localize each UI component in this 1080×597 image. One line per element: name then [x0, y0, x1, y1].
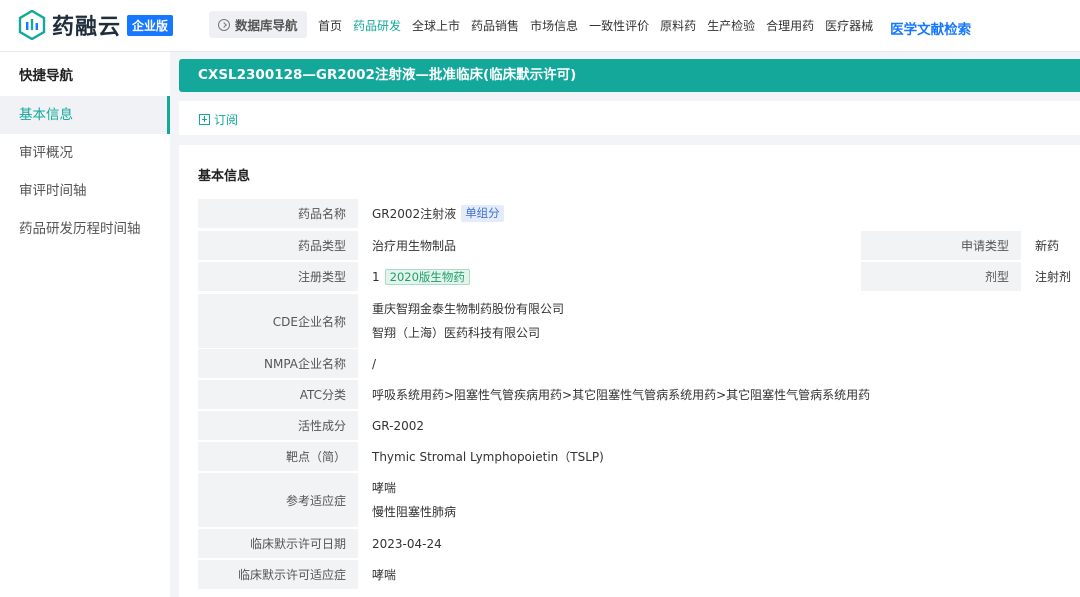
menu-item-drug-rd[interactable]: 药品研发: [353, 17, 401, 37]
cde-company-2: 智翔（上海）医药科技有限公司: [372, 326, 541, 340]
logo[interactable]: 药融云 企业版: [18, 9, 174, 41]
label-active-ingredient: 活性成分: [198, 411, 358, 440]
menu-item-market-info[interactable]: 市场信息: [530, 17, 578, 37]
value-dosage-form: 注射剂: [1035, 270, 1072, 284]
menu-item-global-launch[interactable]: 全球上市: [412, 17, 460, 37]
indication-2: 慢性阻塞性肺病: [372, 505, 457, 519]
top-navbar: 药融云 企业版 数据库导航 首页 药品研发 全球上市 药品销售 市场信息 一致性…: [0, 0, 1080, 52]
menu-item-home[interactable]: 首页: [318, 17, 342, 37]
sidebar-item-basic-info[interactable]: 基本信息: [0, 96, 170, 134]
value-apply-type: 新药: [1035, 239, 1060, 253]
main-menu: 首页 药品研发 全球上市 药品销售 市场信息 一致性评价 原料药 生产检验 合理…: [318, 17, 982, 38]
component-tag: 单组分: [461, 205, 504, 222]
value-indications: 哮喘 慢性阻塞性肺病: [358, 473, 1080, 527]
sidebar-item-review-overview[interactable]: 审评概况: [0, 134, 170, 172]
menu-item-drug-sales[interactable]: 药品销售: [471, 17, 519, 37]
sidebar: 快捷导航 基本信息 审评概况 审评时间轴 药品研发历程时间轴: [0, 52, 170, 597]
label-nmpa-company: NMPA企业名称: [198, 349, 358, 378]
value-approval-indication: 哮喘: [372, 568, 397, 582]
label-drug-type: 药品类型: [198, 231, 358, 260]
label-atc: ATC分类: [198, 380, 358, 409]
basic-info-card: 基本信息 药品名称 GR2002注射液 单组分 药品类型 治疗用生物制品 申请类…: [179, 145, 1080, 597]
menu-item-consistency[interactable]: 一致性评价: [589, 17, 649, 37]
menu-item-rational-use[interactable]: 合理用药: [766, 17, 814, 37]
label-drug-name: 药品名称: [198, 199, 358, 228]
value-drug-type: 治疗用生物制品: [372, 239, 457, 253]
reg-version-tag: 2020版生物药: [384, 268, 470, 285]
value-target: Thymic Stromal Lymphopoietin（TSLP): [372, 450, 604, 464]
value-reg-type: 1 2020版生物药: [358, 262, 848, 291]
logo-text: 药融云: [52, 15, 122, 40]
database-nav-button[interactable]: 数据库导航: [209, 11, 307, 38]
label-cde-company: CDE企业名称: [198, 294, 358, 348]
edition-badge: 企业版: [127, 14, 174, 36]
subscribe-label: 订阅: [214, 113, 239, 127]
database-nav-label: 数据库导航: [235, 18, 298, 33]
menu-item-devices[interactable]: 医疗器械: [825, 17, 873, 37]
label-indications: 参考适应症: [198, 473, 358, 527]
label-dosage-form: 剂型: [861, 262, 1021, 291]
value-approval-date: 2023-04-24: [372, 536, 442, 551]
action-bar: 订阅: [179, 101, 1080, 135]
value-atc: 呼吸系统用药>阻塞性气管疾病用药>其它阻塞性气管病系统用药>其它阻塞性气管病系统…: [372, 388, 871, 402]
cde-company-1: 重庆智翔金泰生物制药股份有限公司: [372, 302, 565, 316]
label-approval-date: 临床默示许可日期: [198, 529, 358, 558]
value-active-ingredient: GR-2002: [372, 418, 425, 433]
compass-icon: [218, 18, 230, 31]
drug-name-text: GR2002注射液: [372, 207, 457, 221]
label-approval-indication: 临床默示许可适应症: [198, 560, 358, 589]
label-apply-type: 申请类型: [861, 231, 1021, 260]
menu-item-api[interactable]: 原料药: [660, 17, 696, 37]
sidebar-item-review-timeline[interactable]: 审评时间轴: [0, 172, 170, 210]
value-cde-company: 重庆智翔金泰生物制药股份有限公司 智翔（上海）医药科技有限公司: [358, 294, 1080, 348]
menu-item-production[interactable]: 生产检验: [707, 17, 755, 37]
logo-icon: [18, 9, 46, 41]
page-title: CXSL2300128—GR2002注射液—批准临床(临床默示许可): [179, 59, 1080, 92]
sidebar-title: 快捷导航: [19, 68, 73, 84]
value-nmpa-company: /: [372, 356, 377, 371]
subscribe-button[interactable]: 订阅: [199, 111, 238, 128]
reg-type-text: 1: [372, 269, 380, 284]
section-title: 基本信息: [198, 169, 251, 184]
indication-1: 哮喘: [372, 481, 397, 495]
plus-box-icon: [199, 114, 210, 125]
value-drug-name: GR2002注射液 单组分: [358, 199, 1080, 228]
menu-item-literature-search[interactable]: 医学文献检索: [890, 18, 971, 38]
label-reg-type: 注册类型: [198, 262, 358, 291]
sidebar-item-rd-timeline[interactable]: 药品研发历程时间轴: [0, 210, 170, 248]
label-target: 靶点（简）: [198, 442, 358, 471]
